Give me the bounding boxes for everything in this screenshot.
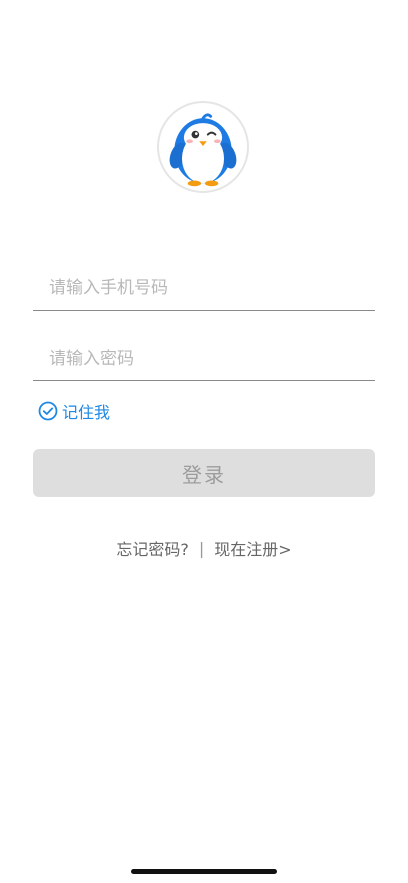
password-input[interactable] (33, 338, 375, 380)
penguin-mascot-icon (169, 113, 237, 187)
password-field-wrapper (33, 338, 375, 381)
check-circle-icon (38, 401, 58, 421)
phone-input[interactable] (33, 266, 375, 310)
home-indicator[interactable] (131, 869, 277, 874)
login-button[interactable]: 登录 (33, 449, 375, 497)
auth-links: 忘记密码? | 现在注册> (0, 536, 408, 560)
forgot-password-link[interactable]: 忘记密码? (116, 536, 189, 560)
remember-me-label: 记住我 (62, 403, 111, 422)
register-link[interactable]: 现在注册> (214, 536, 291, 560)
links-separator: | (198, 538, 205, 558)
remember-me-toggle[interactable]: 记住我 (38, 400, 110, 422)
app-logo (157, 101, 249, 193)
phone-field-wrapper (33, 266, 375, 311)
